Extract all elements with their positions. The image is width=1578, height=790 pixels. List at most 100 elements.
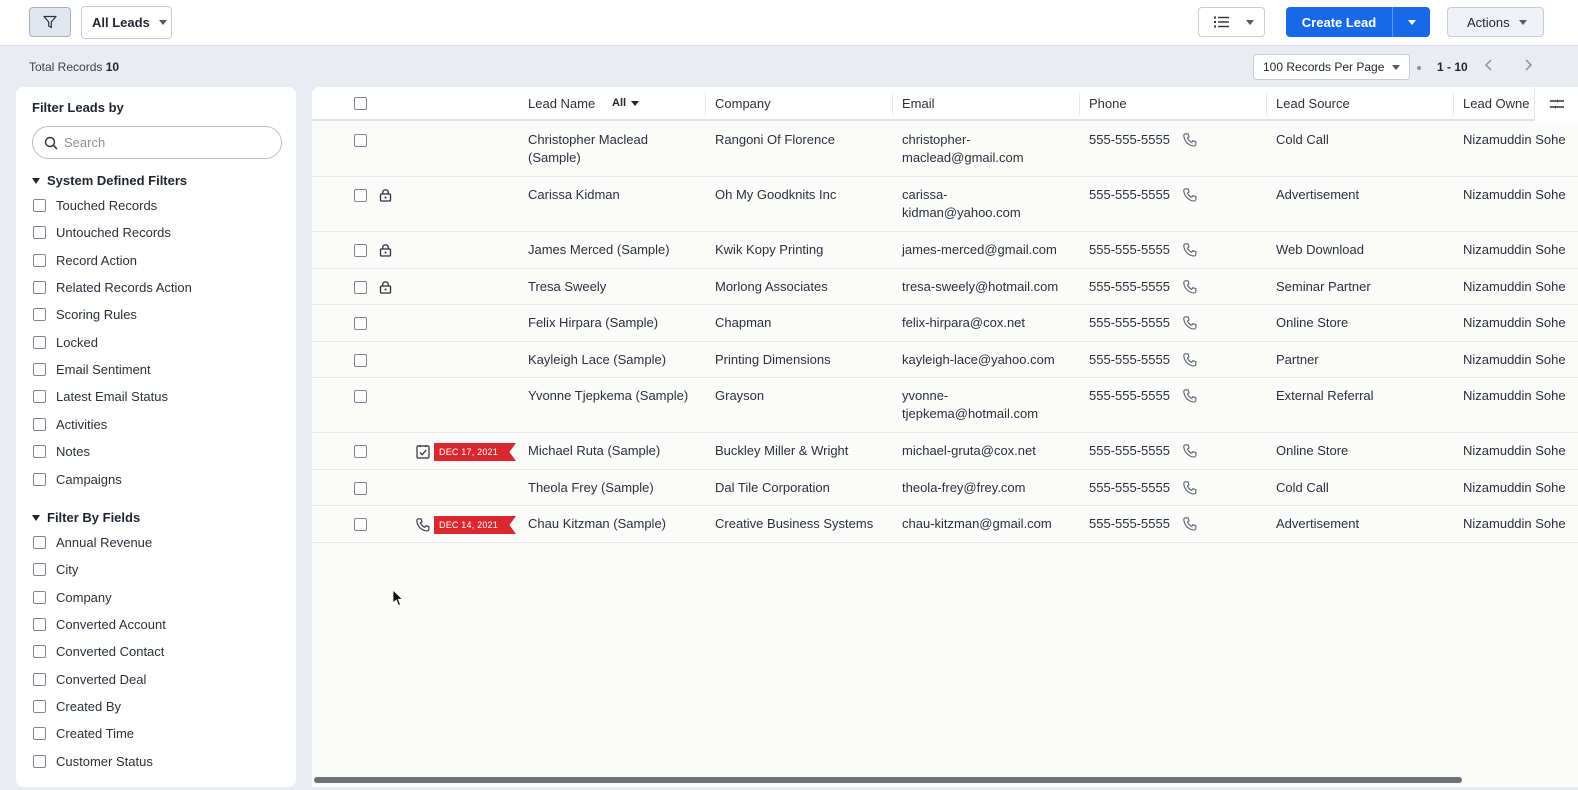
system-filter-related-records-action[interactable]: Related Records Action (33, 280, 192, 295)
system-filter-notes[interactable]: Notes (33, 444, 90, 459)
row-checkbox[interactable] (354, 280, 367, 294)
filter-checkbox[interactable] (33, 281, 46, 295)
filter-checkbox[interactable] (33, 563, 46, 577)
system-filter-locked[interactable]: Locked (33, 335, 98, 350)
table-row[interactable]: Tresa Sweely Morlong Associates tresa-swee… (312, 269, 1578, 305)
filter-checkbox[interactable] (33, 754, 46, 768)
filter-checkbox[interactable] (33, 700, 46, 714)
row-checkbox[interactable] (354, 244, 367, 257)
filter-checkbox[interactable] (33, 672, 46, 686)
row-checkbox[interactable] (354, 353, 367, 367)
email-cell[interactable]: carissa-kidman@yahoo.com (902, 186, 1021, 222)
field-filters-header[interactable]: Filter By Fields (32, 510, 140, 525)
filter-checkbox[interactable] (33, 335, 46, 349)
lead-name-cell[interactable]: Chau Kitzman (Sample) (528, 515, 666, 533)
column-lead-owner[interactable]: Lead Owne (1463, 96, 1530, 111)
table-row[interactable]: Carissa Kidman Oh My Goodknits Inc carissa… (312, 177, 1578, 232)
column-lead-source[interactable]: Lead Source (1276, 96, 1350, 111)
create-lead-button[interactable]: Create Lead (1286, 7, 1393, 37)
field-filter-converted-contact[interactable]: Converted Contact (33, 644, 164, 659)
lead-name-cell[interactable]: James Merced (Sample) (528, 241, 670, 259)
lead-name-cell[interactable]: Yvonne Tjepkema (Sample) (528, 387, 688, 405)
system-filter-untouched-records[interactable]: Untouched Records (33, 225, 171, 240)
column-lead-name[interactable]: Lead Name (528, 96, 595, 111)
previous-page-button[interactable] (1484, 58, 1494, 77)
lead-name-cell[interactable]: Michael Ruta (Sample) (528, 442, 660, 460)
row-checkbox[interactable] (354, 134, 367, 147)
row-checkbox[interactable] (354, 189, 367, 202)
field-filter-annual-revenue[interactable]: Annual Revenue (33, 535, 152, 550)
email-cell[interactable]: michael-gruta@cox.net (902, 442, 1036, 460)
filter-checkbox[interactable] (33, 618, 46, 632)
email-cell[interactable]: yvonne-tjepkema@hotmail.com (902, 387, 1038, 423)
system-filters-header[interactable]: System Defined Filters (32, 173, 187, 188)
email-cell[interactable]: tresa-sweely@hotmail.com (902, 278, 1058, 296)
column-email[interactable]: Email (902, 96, 935, 111)
phone-call-icon[interactable] (1182, 279, 1198, 298)
field-filter-company[interactable]: Company (33, 590, 112, 605)
column-divider[interactable] (1266, 93, 1267, 115)
table-row[interactable]: DEC 17, 2021 Michael Ruta (Sample) Buckley… (312, 433, 1578, 470)
horizontal-scrollbar[interactable] (314, 777, 1462, 783)
next-page-button[interactable] (1523, 58, 1533, 77)
call-activity-icon[interactable] (415, 517, 431, 536)
filter-checkbox[interactable] (33, 253, 46, 267)
table-row[interactable]: Kayleigh Lace (Sample) Printing Dimension… (312, 342, 1578, 378)
table-row[interactable]: Felix Hirpara (Sample) Chapman felix-hirpa… (312, 305, 1578, 342)
column-divider[interactable] (1453, 93, 1454, 115)
email-cell[interactable]: chau-kitzman@gmail.com (902, 515, 1052, 533)
filter-checkbox[interactable] (33, 590, 46, 604)
lead-name-cell[interactable]: Kayleigh Lace (Sample) (528, 351, 666, 369)
table-row[interactable]: DEC 14, 2021 Chau Kitzman (Sample) Creativ… (312, 506, 1578, 543)
email-cell[interactable]: theola-frey@frey.com (902, 479, 1026, 497)
phone-call-icon[interactable] (1182, 352, 1198, 371)
filter-checkbox[interactable] (33, 226, 46, 240)
lead-name-filter-dropdown[interactable]: All (612, 97, 640, 109)
create-lead-dropdown-button[interactable] (1393, 7, 1430, 37)
system-filter-activities[interactable]: Activities (33, 417, 107, 432)
phone-call-icon[interactable] (1182, 187, 1198, 206)
row-checkbox[interactable] (354, 445, 367, 458)
row-checkbox[interactable] (354, 317, 367, 330)
lead-name-cell[interactable]: Felix Hirpara (Sample) (528, 314, 658, 332)
task-icon[interactable] (416, 444, 430, 462)
filter-checkbox[interactable] (33, 645, 46, 659)
system-filter-email-sentiment[interactable]: Email Sentiment (33, 362, 151, 377)
system-filter-latest-email-status[interactable]: Latest Email Status (33, 389, 168, 404)
filter-checkbox[interactable] (33, 445, 46, 459)
filter-checkbox[interactable] (33, 390, 46, 404)
select-all-checkbox[interactable] (354, 97, 367, 110)
column-divider[interactable] (1079, 93, 1080, 115)
field-filter-created-by[interactable]: Created By (33, 699, 121, 714)
activity-date-tag[interactable]: DEC 14, 2021 (434, 516, 516, 534)
list-view-switcher[interactable] (1198, 7, 1265, 37)
lead-name-cell[interactable]: Christopher Maclead (Sample) (528, 131, 648, 167)
system-filter-scoring-rules[interactable]: Scoring Rules (33, 307, 137, 322)
system-filter-touched-records[interactable]: Touched Records (33, 198, 157, 213)
filter-checkbox[interactable] (33, 472, 46, 486)
field-filter-converted-account[interactable]: Converted Account (33, 617, 166, 632)
activity-date-tag[interactable]: DEC 17, 2021 (434, 443, 516, 461)
lead-name-cell[interactable]: Carissa Kidman (528, 186, 620, 204)
field-filter-customer-status[interactable]: Customer Status (33, 754, 153, 769)
table-row[interactable]: Theola Frey (Sample) Dal Tile Corporation… (312, 470, 1578, 506)
actions-dropdown[interactable]: Actions (1447, 7, 1544, 37)
filter-checkbox[interactable] (33, 199, 46, 212)
column-phone[interactable]: Phone (1089, 96, 1127, 111)
column-divider[interactable] (705, 93, 706, 115)
lead-name-cell[interactable]: Tresa Sweely (528, 278, 606, 296)
phone-call-icon[interactable] (1182, 443, 1198, 462)
system-filter-record-action[interactable]: Record Action (33, 253, 137, 268)
system-filter-campaigns[interactable]: Campaigns (33, 472, 122, 487)
filter-search-input[interactable] (64, 135, 264, 150)
lead-name-cell[interactable]: Theola Frey (Sample) (528, 479, 654, 497)
filter-checkbox[interactable] (33, 536, 46, 549)
phone-call-icon[interactable] (1182, 315, 1198, 334)
table-row[interactable]: James Merced (Sample) Kwik Kopy Printing j… (312, 232, 1578, 269)
phone-call-icon[interactable] (1182, 132, 1198, 151)
column-company[interactable]: Company (715, 96, 771, 111)
filter-checkbox[interactable] (33, 417, 46, 431)
email-cell[interactable]: christopher-maclead@gmail.com (902, 131, 1024, 167)
phone-call-icon[interactable] (1182, 480, 1198, 499)
filter-checkbox[interactable] (33, 308, 46, 322)
